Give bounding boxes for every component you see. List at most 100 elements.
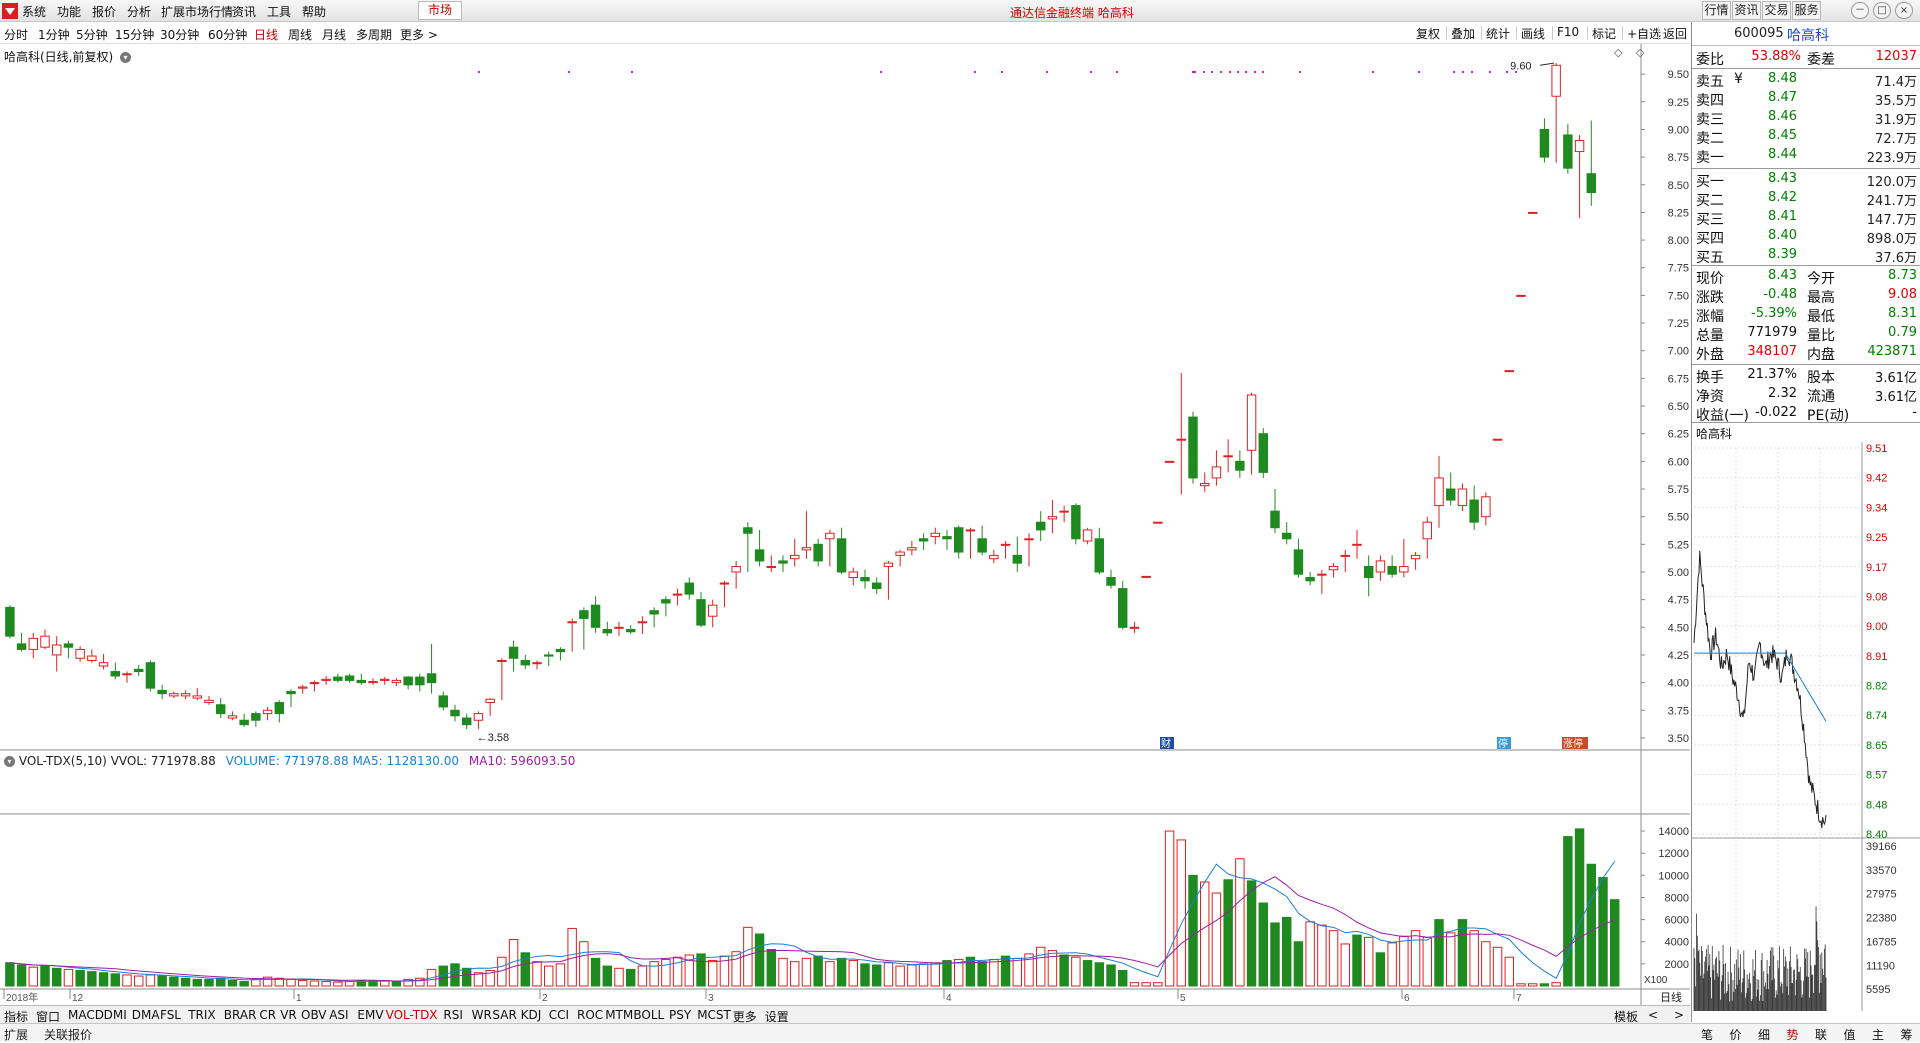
indicator-5[interactable]: FSL	[160, 1008, 181, 1022]
indicator-10[interactable]: OBV	[301, 1008, 327, 1022]
indicator-9[interactable]: VR	[280, 1008, 297, 1022]
stock-name[interactable]: 哈高科	[1787, 25, 1829, 45]
menu-item-3[interactable]: 分析	[127, 3, 151, 20]
menu-item-6[interactable]: 工具	[267, 3, 291, 20]
tab-0[interactable]: 行情	[1702, 1, 1731, 20]
menu-item-4[interactable]: 扩展市场行情	[161, 3, 233, 20]
buy-label: 买四	[1696, 231, 1724, 247]
indicator-11[interactable]: ASI	[329, 1008, 348, 1022]
tool-5[interactable]: 标记	[1592, 25, 1616, 42]
candle-body	[1305, 577, 1315, 582]
kline-chart[interactable]: 9.50 9.25 9.00 8.75 8.50 8.25 8.00 7.75 7.50 7.25…	[0, 44, 1690, 1005]
indicator-12[interactable]: EMV	[357, 1008, 383, 1022]
mini-tab-4[interactable]: 联	[1815, 1026, 1827, 1043]
volume-bar	[848, 960, 859, 987]
market-button[interactable]: 市场	[418, 1, 462, 20]
period-1[interactable]: 1分钟	[38, 26, 70, 43]
indicator-prev[interactable]: <	[1648, 1008, 1658, 1022]
mini-tab-2[interactable]: 细	[1758, 1026, 1770, 1043]
period-5[interactable]: 60分钟	[208, 26, 247, 43]
period-6[interactable]: 日线	[254, 26, 278, 43]
quote-panel: 600095 哈高科 委比 53.88% 委差 12037 卖五 ¥8.48 71.4万 卖四…	[1691, 22, 1920, 1022]
candle-body	[848, 571, 859, 579]
menu-item-5[interactable]: 资讯	[232, 3, 256, 20]
tab-3[interactable]: 服务	[1792, 1, 1821, 20]
tool-2[interactable]: 统计	[1486, 25, 1510, 42]
intraday-mini-chart[interactable]: 哈高科 9.51 9.42 9.34 9.25 9.17 9.08 9.00 8.91 8.82 8…	[1692, 350, 1920, 1022]
mini-tab-5[interactable]: 值	[1844, 1026, 1856, 1043]
mini-tab-6[interactable]: 主	[1872, 1026, 1884, 1043]
period-4[interactable]: 30分钟	[160, 26, 199, 43]
menu-item-2[interactable]: 报价	[92, 3, 116, 20]
period-0[interactable]: 分时	[4, 26, 28, 43]
tool-7[interactable]: 返回	[1663, 25, 1687, 42]
indicator-2[interactable]: MACD	[68, 1008, 104, 1022]
minimize-icon[interactable]: －	[1851, 2, 1869, 19]
status-related-quotes[interactable]: 关联报价	[44, 1026, 92, 1043]
indicator-3[interactable]: DMI	[104, 1008, 127, 1022]
period-7[interactable]: 周线	[288, 26, 312, 43]
period-10[interactable]: 更多 >	[400, 26, 438, 43]
maximize-icon[interactable]: □	[1873, 2, 1891, 19]
period-2[interactable]: 5分钟	[76, 26, 108, 43]
status-extend[interactable]: 扩展	[4, 1026, 28, 1043]
indicator-19[interactable]: ROC	[577, 1008, 603, 1022]
tool-sep-4	[1587, 26, 1588, 40]
volume-bar	[614, 967, 624, 987]
volume-bar	[625, 968, 636, 987]
indicator-22[interactable]: PSY	[669, 1008, 691, 1022]
app-logo-icon[interactable]	[2, 3, 18, 19]
volume-bar	[1246, 880, 1257, 987]
menu-item-0[interactable]: 系统	[22, 3, 46, 20]
mini-tab-3[interactable]: 势	[1787, 1026, 1799, 1043]
sell-vol: 35.5万	[1875, 94, 1917, 109]
candle-body	[321, 678, 331, 681]
sell-row-5: 卖五 ¥8.48 71.4万	[1692, 71, 1920, 90]
stat-value: -0.48	[1763, 287, 1797, 302]
tab-1[interactable]: 资讯	[1732, 1, 1761, 20]
tool-1[interactable]: 叠加	[1451, 25, 1475, 42]
menu-item-7[interactable]: 帮助	[302, 3, 326, 20]
mini-tab-0[interactable]: 笔	[1701, 1026, 1713, 1043]
quote-header: 600095 哈高科	[1692, 22, 1920, 46]
indicator-21[interactable]: BOLL	[633, 1008, 664, 1022]
x-label: 3	[708, 993, 714, 1004]
stat-value-2: 8.73	[1888, 268, 1917, 283]
indicator-16[interactable]: SAR	[492, 1008, 516, 1022]
indicator-7[interactable]: BRAR	[224, 1008, 257, 1022]
indicator-23[interactable]: MCST	[697, 1008, 731, 1022]
indicator-14[interactable]: RSI	[443, 1008, 463, 1022]
period-3[interactable]: 15分钟	[115, 26, 154, 43]
volume-menu-icon[interactable]: ▾	[4, 756, 15, 767]
indicator-4[interactable]: DMA	[132, 1008, 160, 1022]
tool-6[interactable]: +自选	[1627, 25, 1661, 42]
tool-3[interactable]: 画线	[1521, 25, 1545, 42]
close-icon[interactable]: ×	[1895, 2, 1913, 19]
indicator-next[interactable]: >	[1674, 1008, 1684, 1022]
volume-bar	[1305, 921, 1315, 987]
indicator-17[interactable]: KDJ	[521, 1008, 542, 1022]
period-8[interactable]: 月线	[322, 26, 346, 43]
mini-tab-7[interactable]: 筹	[1901, 1026, 1913, 1043]
sell-vol: 31.9万	[1875, 113, 1917, 128]
volume-bar	[1609, 899, 1620, 987]
chart-diamond-icon: ◇	[1636, 46, 1645, 59]
period-9[interactable]: 多周期	[356, 26, 392, 43]
chart-diamond-icon: ◇	[1614, 46, 1623, 59]
indicator-8[interactable]: CR	[259, 1008, 276, 1022]
candle-body	[1153, 521, 1163, 524]
menu-item-1[interactable]: 功能	[57, 3, 81, 20]
indicator-18[interactable]: CCI	[549, 1008, 569, 1022]
indicator-13[interactable]: VOL-TDX	[386, 1008, 438, 1022]
tab-2[interactable]: 交易	[1762, 1, 1791, 20]
indicator-20[interactable]: MTM	[605, 1008, 633, 1022]
tool-0[interactable]: 复权	[1416, 25, 1440, 42]
volume-bar	[1481, 941, 1491, 987]
mini-price-label: 9.00	[1866, 621, 1887, 633]
candle-body	[485, 698, 495, 704]
indicator-15[interactable]: WR	[472, 1008, 492, 1022]
indicator-6[interactable]: TRIX	[188, 1008, 215, 1022]
mini-tab-1[interactable]: 价	[1730, 1026, 1742, 1043]
chart-menu-icon[interactable]: ▾	[120, 52, 132, 63]
tool-4[interactable]: F10	[1557, 25, 1579, 39]
